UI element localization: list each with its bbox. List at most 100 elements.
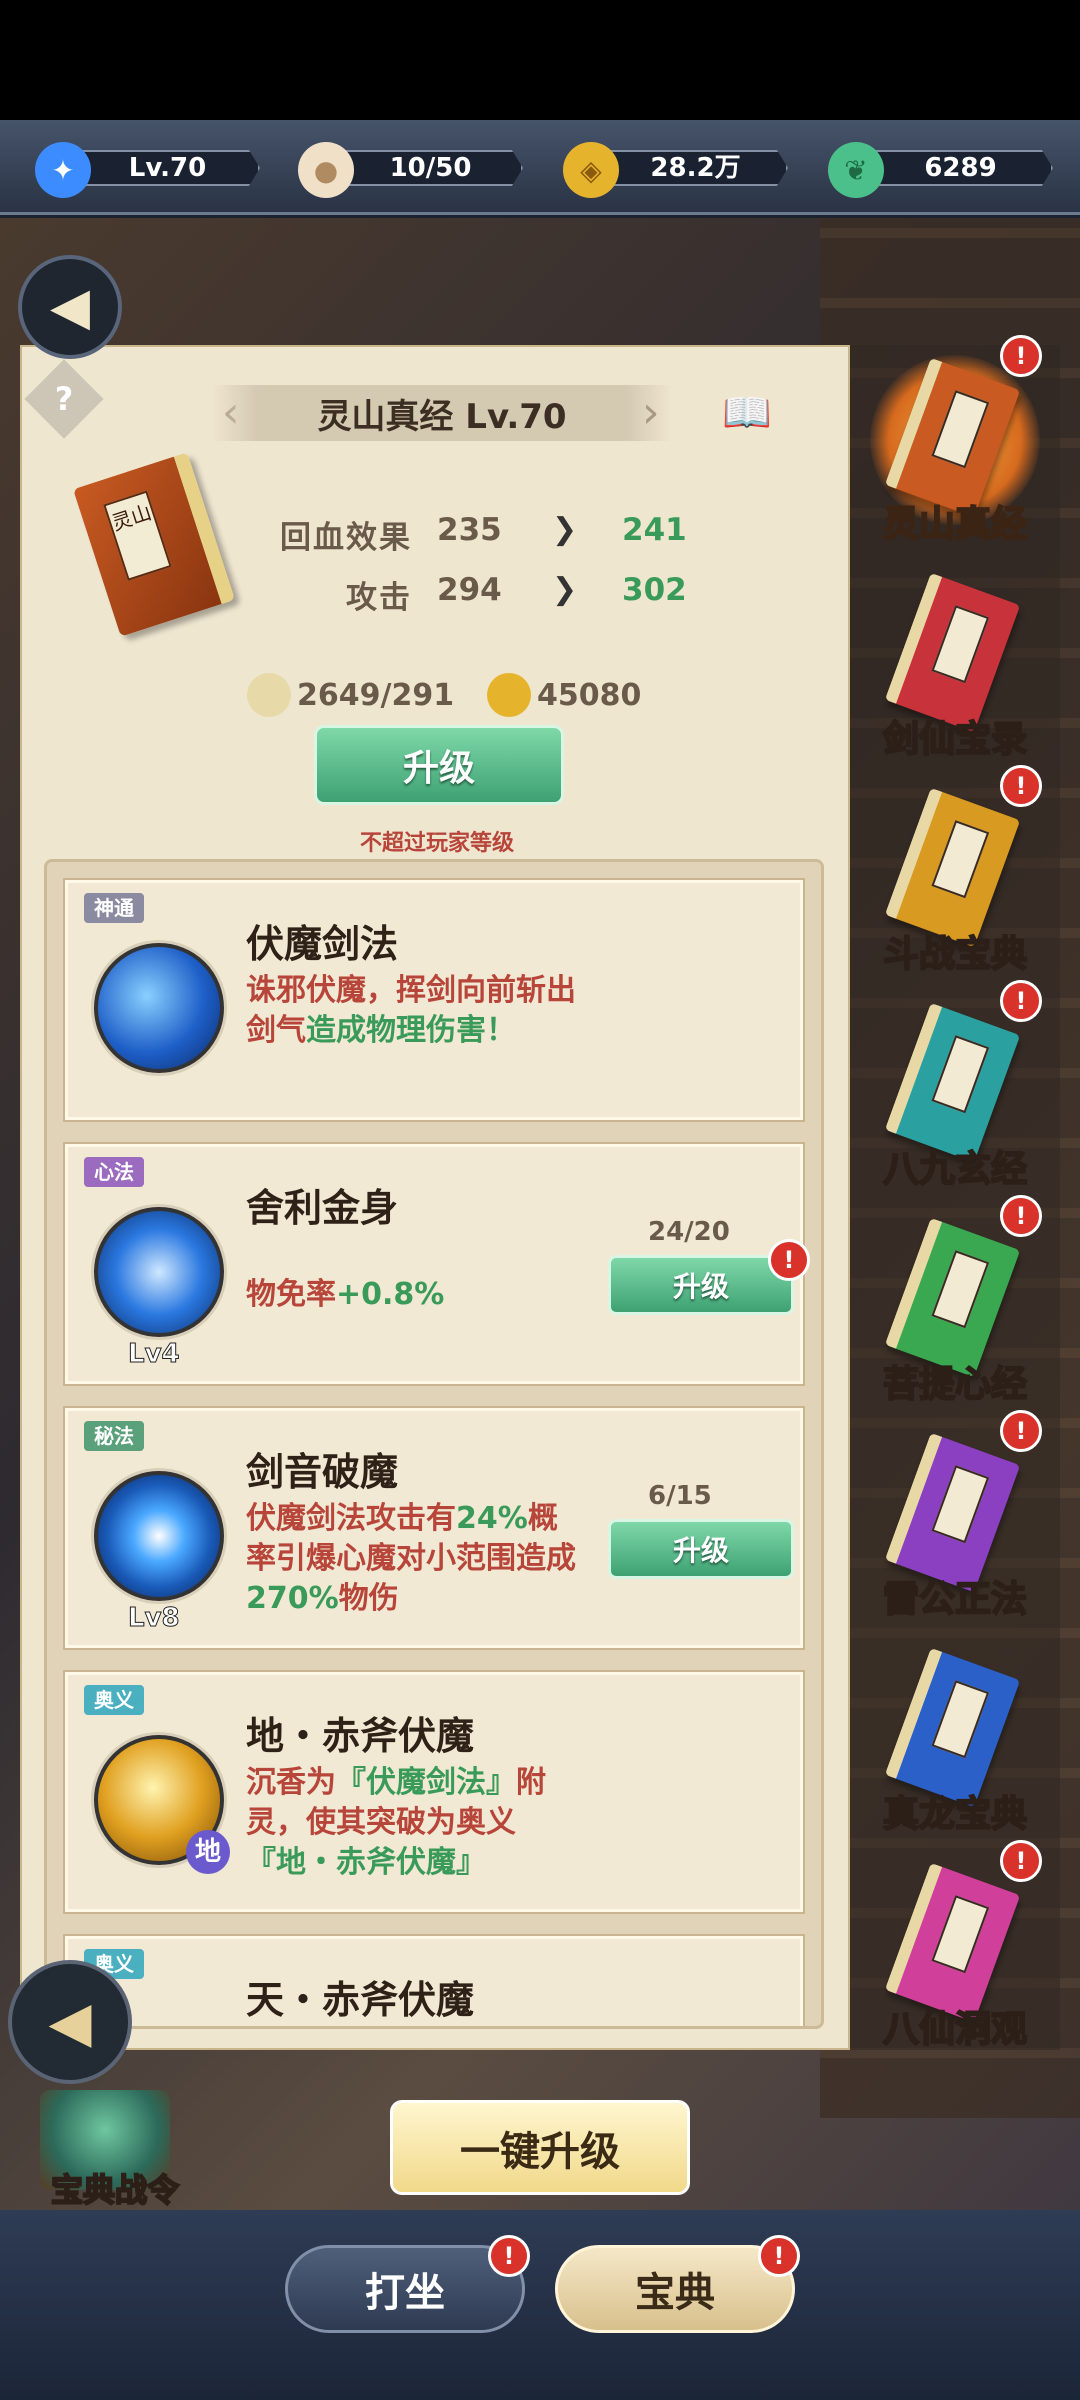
book-cover: 灵山 (72, 452, 236, 637)
skill-tag: 奥义 (84, 1685, 144, 1715)
stat-new: 241 (622, 512, 687, 548)
cost-coin-value: 45080 (537, 677, 642, 713)
sidebar-item-jianxian[interactable]: 剑仙宝录 (850, 560, 1060, 775)
skill-desc: 物免率+0.8% (246, 1277, 445, 1312)
coin-icon (487, 673, 531, 717)
alert-badge: ! (768, 1239, 810, 1281)
sidebar-item-lingshan[interactable]: 灵山真经 ! (850, 335, 1060, 560)
back-button[interactable]: ◀ (18, 255, 122, 359)
sidebar-item-baxian[interactable]: 八仙洞观 ! (850, 1840, 1060, 2065)
upgrade-button[interactable]: 升级 (314, 725, 564, 805)
skill-name: 地・赤斧伏魔 (246, 1714, 475, 1758)
book-title: 灵山真经 Lv.70 (212, 385, 672, 441)
shield-icon (94, 1207, 224, 1337)
open-book-icon[interactable]: 📖 (722, 389, 778, 436)
book-icon (884, 1217, 1021, 1378)
help-icon[interactable]: ? (24, 359, 104, 439)
skill-tag: 秘法 (84, 1421, 144, 1451)
sidebar-item-label: 真龙宝典 (882, 1793, 1028, 1836)
alert-badge: ! (758, 2235, 800, 2277)
sword-wave-icon (94, 943, 224, 1073)
skill-upgrade-button[interactable]: 升级 (608, 1519, 794, 1579)
sidebar-item-douzhan[interactable]: 斗战宝典 ! (850, 765, 1060, 990)
skill-upgrade-button[interactable]: 升级 (608, 1255, 794, 1315)
alert-badge: ! (488, 2235, 530, 2277)
book-sidebar: 灵山真经 ! 剑仙宝录 斗战宝典 ! 八九玄经 ! 菩提心经 ! 雷公正法 ! … (850, 335, 1060, 2051)
resource-stamina[interactable]: ● 10/50 (298, 142, 523, 198)
resource-value: Lv.70 (75, 150, 260, 186)
skill-progress: 6/15 (648, 1481, 712, 1511)
sidebar-item-label: 八仙洞观 (882, 2008, 1028, 2051)
skill-level: Lv4 (128, 1339, 181, 1370)
jade-leaf-icon: ❦ (828, 142, 884, 198)
menu-toggle-button[interactable]: ◀ (8, 1960, 132, 2084)
skill-level: Lv8 (128, 1603, 181, 1634)
resource-jade[interactable]: ❦ 6289 (828, 142, 1053, 198)
skill-name: 伏魔剑法 (246, 922, 399, 966)
arrow-right-icon: ❯ (552, 512, 578, 547)
alert-badge: ! (1000, 980, 1042, 1022)
skill-name: 天・赤斧伏魔 (246, 1978, 475, 2022)
skill-desc: 诛邪伏魔，挥剑向前斩出剑气造成物理伤害！ (246, 973, 576, 1048)
scroll-icon (247, 673, 291, 717)
skill-progress: 24/20 (648, 1217, 730, 1247)
sidebar-item-bajiu[interactable]: 八九玄经 ! (850, 980, 1060, 1205)
resource-bar: ✦ Lv.70 ● 10/50 ◈ 28.2万 ❦ 6289 (0, 120, 1080, 215)
one-key-upgrade-button[interactable]: 一键升级 (390, 2100, 690, 2195)
skill-card[interactable]: 奥义 天・赤斧伏魔 (65, 1936, 803, 2026)
alert-badge: ! (1000, 335, 1042, 377)
alert-badge: ! (1000, 765, 1042, 807)
resource-value: 10/50 (338, 150, 523, 186)
menu-arrow-icon: ◀ (48, 1989, 92, 2055)
back-arrow-icon: ◀ (50, 277, 90, 337)
cost-coin: 45080 (487, 672, 641, 718)
book-icon (884, 1432, 1021, 1593)
skill-desc: 伏魔剑法攻击有24%概率引爆心魔对小范围造成270%物伤 (246, 1501, 576, 1616)
sidebar-item-label: 剑仙宝录 (882, 718, 1028, 761)
stat-name: 回血效果 (280, 520, 412, 556)
cost-scroll-value: 2649/291 (297, 677, 455, 713)
spirit-icon: ✦ (35, 142, 91, 198)
bun-icon: ● (298, 142, 354, 198)
book-icon (884, 1002, 1021, 1163)
sidebar-item-label: 雷公正法 (882, 1578, 1028, 1621)
level-limit-note: 不超过玩家等级 (359, 831, 514, 856)
sidebar-item-zhenlong[interactable]: 真龙宝典 (850, 1635, 1060, 1850)
sidebar-item-puti[interactable]: 菩提心经 ! (850, 1195, 1060, 1420)
alert-badge: ! (1000, 1410, 1042, 1452)
arrow-right-icon: ❯ (552, 572, 578, 607)
tab-label: 宝典 (635, 2270, 715, 2316)
tab-label: 打坐 (365, 2270, 445, 2316)
skill-card[interactable]: 秘法 Lv8 剑音破魔 伏魔剑法攻击有24%概率引爆心魔对小范围造成270%物伤… (65, 1408, 803, 1648)
sound-burst-icon (94, 1471, 224, 1601)
cost-scroll: 2649/291 (247, 672, 454, 718)
coin-icon: ◈ (563, 142, 619, 198)
battle-pass-label[interactable]: 宝典战令 (40, 2165, 190, 2211)
stat-name: 攻击 (346, 580, 412, 616)
book-icon (884, 572, 1021, 733)
earth-badge: 地 (186, 1830, 230, 1874)
resource-level[interactable]: ✦ Lv.70 (35, 142, 260, 198)
stat-new: 302 (622, 572, 687, 608)
skill-card[interactable]: 神通 伏魔剑法 诛邪伏魔，挥剑向前斩出剑气造成物理伤害！ (65, 880, 803, 1120)
skill-list[interactable]: 神通 伏魔剑法 诛邪伏魔，挥剑向前斩出剑气造成物理伤害！ 心法 Lv4 舍利金身… (44, 859, 824, 2029)
skill-card[interactable]: 奥义 地 地・赤斧伏魔 沉香为『伏魔剑法』附灵，使其突破为奥义『地・赤斧伏魔』 (65, 1672, 803, 1912)
book-icon (884, 1862, 1021, 2023)
status-bar (0, 0, 1080, 120)
resource-coin[interactable]: ◈ 28.2万 (563, 142, 788, 198)
bottom-nav (0, 2210, 1080, 2400)
stat-row: 攻击 294 ❯ 302 (212, 572, 712, 622)
skill-name: 舍利金身 (246, 1186, 399, 1230)
book-icon (884, 1647, 1021, 1808)
skill-card[interactable]: 心法 Lv4 舍利金身 物免率+0.8% 24/20 升级 ! (65, 1144, 810, 1384)
skill-tag: 神通 (84, 893, 144, 923)
sidebar-item-label: 灵山真经 (882, 503, 1028, 546)
book-panel: ? ‹ 灵山真经 Lv.70 › 📖 灵山 回血效果 235 ❯ 241 攻击 … (20, 345, 850, 2050)
alert-badge: ! (1000, 1840, 1042, 1882)
alert-badge: ! (1000, 1195, 1042, 1237)
sidebar-item-label: 斗战宝典 (882, 933, 1028, 976)
sidebar-item-leigong[interactable]: 雷公正法 ! (850, 1410, 1060, 1635)
title-right-ornament: › (642, 387, 660, 438)
sidebar-item-label: 八九玄经 (882, 1148, 1028, 1191)
skill-desc: 沉香为『伏魔剑法』附灵，使其突破为奥义『地・赤斧伏魔』 (246, 1765, 546, 1880)
